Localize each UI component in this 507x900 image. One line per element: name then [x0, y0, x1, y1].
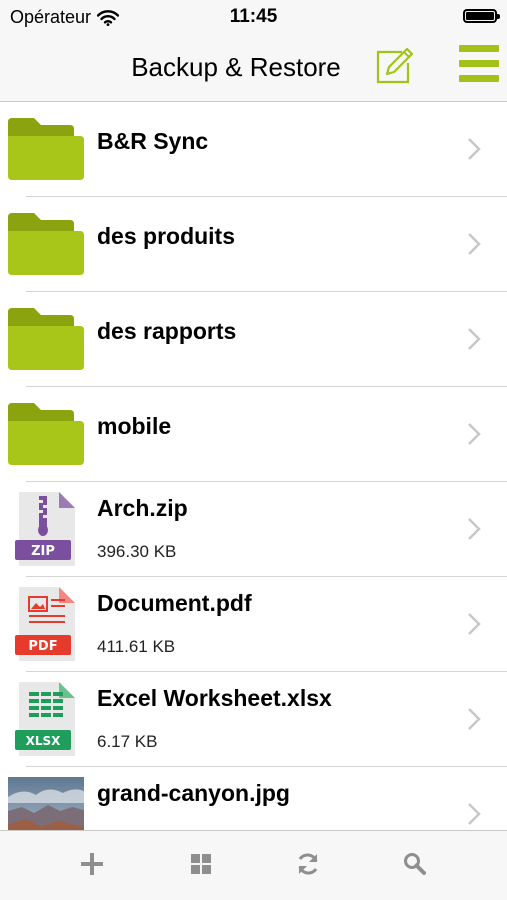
chevron-right-icon: [468, 518, 481, 540]
pdf-badge: PDF: [28, 639, 57, 654]
edit-icon[interactable]: [374, 46, 414, 86]
list-item[interactable]: B&R Sync: [0, 102, 507, 197]
list-item[interactable]: ZIP Arch.zip 396.30 KB: [0, 482, 507, 577]
search-icon[interactable]: [402, 851, 428, 877]
menu-icon[interactable]: [459, 43, 500, 85]
list-item[interactable]: XLSX Excel Worksheet.xlsx 6.17 KB: [0, 672, 507, 767]
list-item[interactable]: PDF Document.pdf 411.61 KB: [0, 577, 507, 672]
chevron-right-icon: [468, 328, 481, 350]
navigation-bar: Backup & Restore: [0, 34, 507, 102]
battery-icon: [463, 9, 500, 23]
folder-icon: [8, 118, 84, 180]
folder-icon: [8, 403, 84, 465]
file-list[interactable]: B&R Sync des produits des rapports mobil…: [0, 102, 507, 830]
file-name: grand-canyon.jpg: [97, 780, 290, 806]
file-name: des produits: [97, 223, 236, 249]
list-item[interactable]: des rapports: [0, 292, 507, 387]
chevron-right-icon: [468, 708, 481, 730]
plus-icon[interactable]: [79, 851, 105, 877]
zip-badge: ZIP: [31, 544, 55, 559]
chevron-right-icon: [468, 423, 481, 445]
chevron-right-icon: [468, 138, 481, 160]
file-size: 411.61 KB: [97, 637, 176, 656]
xlsx-file-icon: XLSX: [15, 682, 75, 756]
file-name: des rapports: [97, 318, 237, 344]
zip-file-icon: ZIP: [15, 492, 75, 566]
file-name: Arch.zip: [97, 495, 188, 521]
file-size: 396.30 KB: [97, 542, 177, 561]
file-size: 6.17 KB: [97, 732, 158, 751]
image-thumbnail-icon: [8, 777, 84, 830]
grid-icon[interactable]: [188, 851, 214, 877]
chevron-right-icon: [468, 233, 481, 255]
list-item[interactable]: mobile: [0, 387, 507, 482]
status-bar: Opérateur 11:45: [0, 0, 507, 34]
xlsx-badge: XLSX: [26, 734, 62, 748]
folder-icon: [8, 308, 84, 370]
file-name: B&R Sync: [97, 128, 209, 154]
chevron-right-icon: [468, 613, 481, 635]
file-name: mobile: [97, 413, 172, 439]
folder-icon: [8, 213, 84, 275]
list-item[interactable]: des produits: [0, 197, 507, 292]
status-time: 11:45: [229, 6, 278, 27]
sync-icon[interactable]: [295, 851, 321, 877]
pdf-file-icon: PDF: [15, 587, 75, 661]
file-name: Excel Worksheet.xlsx: [97, 685, 332, 711]
bottom-toolbar: [0, 830, 507, 900]
list-item[interactable]: grand-canyon.jpg: [0, 767, 507, 830]
file-name: Document.pdf: [97, 590, 252, 616]
chevron-right-icon: [468, 803, 481, 825]
